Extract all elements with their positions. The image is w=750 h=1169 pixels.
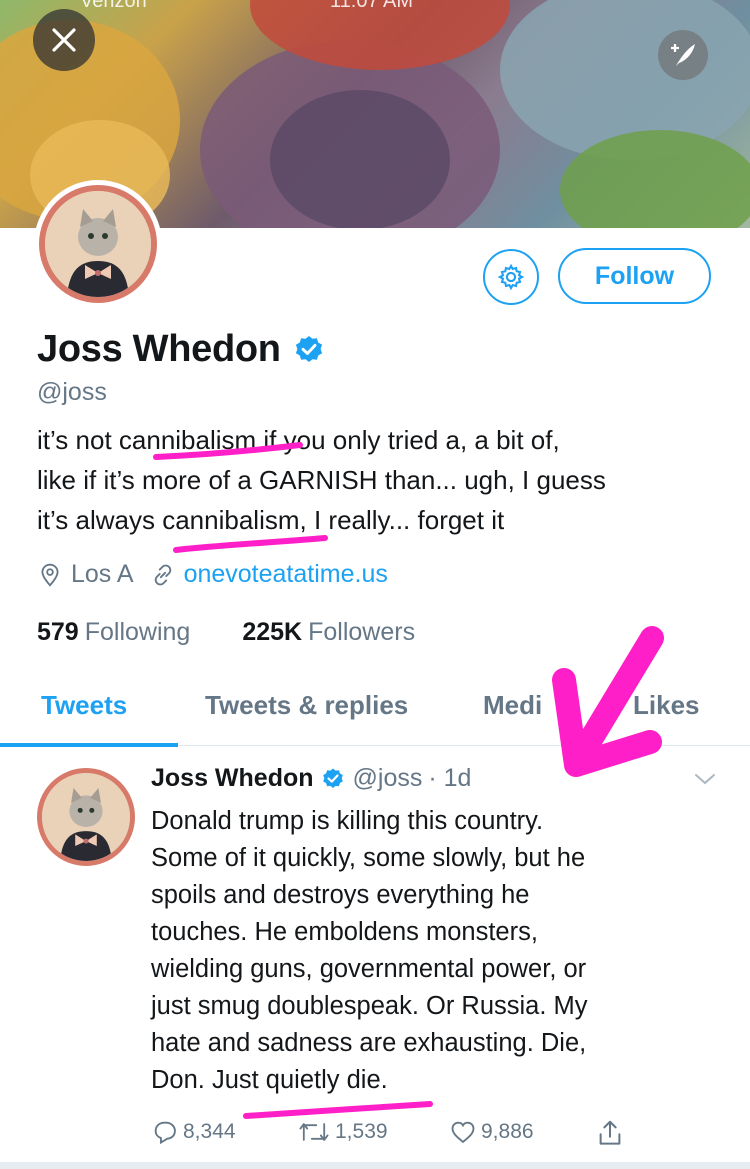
compose-button[interactable] xyxy=(658,30,708,80)
follow-button[interactable]: Follow xyxy=(558,248,711,304)
location-icon xyxy=(41,563,59,587)
active-tab-indicator xyxy=(0,743,178,747)
tab-tweets[interactable]: Tweets xyxy=(41,690,127,721)
profile-handle: @joss xyxy=(37,378,107,406)
tweet-line: just smug doublespeak. Or Russia. My xyxy=(151,992,588,1020)
reply-button[interactable]: 8,344 xyxy=(151,1118,236,1146)
bio-line: like if it’s more of a GARNISH than... u… xyxy=(37,465,606,495)
tweet-line: Donald trump is killing this country. xyxy=(151,807,544,835)
tweet-line: spoils and destroys everything he xyxy=(151,881,530,909)
profile-website-link[interactable]: onevoteatatime.us xyxy=(184,560,388,589)
tweet-line: Don. Just quietly die. xyxy=(151,1066,388,1094)
verified-icon xyxy=(295,335,322,362)
profile-avatar[interactable] xyxy=(34,180,162,308)
verified-icon xyxy=(322,768,343,788)
following-label: Following xyxy=(84,618,191,646)
followers-stat[interactable]: 225K Followers xyxy=(242,618,415,647)
retweet-icon xyxy=(299,1123,329,1141)
reply-icon xyxy=(154,1121,176,1145)
like-button[interactable]: 9,886 xyxy=(449,1118,534,1146)
profile-meta: Los A onevoteatatime.us xyxy=(37,560,388,589)
tweet-line: hate and sadness are exhausting. Die, xyxy=(151,1029,587,1057)
tweet-timestamp: · 1d xyxy=(428,764,472,792)
tab-tweets-and-replies[interactable]: Tweets & replies xyxy=(205,690,408,721)
tweet-avatar[interactable] xyxy=(37,768,135,866)
retweet-button[interactable]: 1,539 xyxy=(297,1118,388,1146)
profile-name-row: Joss Whedon xyxy=(37,328,325,371)
gear-icon xyxy=(497,263,525,291)
tweet-line: touches. He emboldens monsters, xyxy=(151,918,538,946)
tweet-menu-button[interactable] xyxy=(694,772,716,791)
tweet-header: Joss Whedon @joss · 1d xyxy=(151,764,471,793)
bio-line: it’s not cannibalism if you only tried a… xyxy=(37,425,560,455)
like-count: 9,886 xyxy=(481,1120,534,1143)
close-icon xyxy=(52,28,76,52)
share-button[interactable] xyxy=(595,1118,629,1148)
chevron-down-icon xyxy=(695,774,715,785)
following-stat[interactable]: 579 Following xyxy=(37,618,190,647)
profile-bio: it’s not cannibalism if you only tried a… xyxy=(37,420,727,540)
reply-count: 8,344 xyxy=(183,1120,236,1143)
status-carrier: Verizon xyxy=(80,0,147,12)
followers-count: 225K xyxy=(242,618,303,646)
link-icon xyxy=(154,564,171,585)
bottom-divider xyxy=(0,1162,750,1169)
tweet-author-handle: @joss xyxy=(352,764,423,792)
status-bar: Verizon 11:07 AM xyxy=(0,0,750,14)
tab-media[interactable]: Medi xyxy=(483,690,542,721)
bio-line: it’s always cannibalism, I really... for… xyxy=(37,505,505,535)
tab-likes[interactable]: Likes xyxy=(633,690,700,721)
tweet-line: Some of it quickly, some slowly, but he xyxy=(151,844,586,872)
tweet-actions: 8,344 1,539 9,886 xyxy=(151,1118,641,1154)
tweet-author-name[interactable]: Joss Whedon xyxy=(151,764,314,793)
profile-location: Los A xyxy=(71,560,134,588)
tweet-line: wielding guns, governmental power, or xyxy=(151,955,587,983)
profile-tabs: Tweets Tweets & replies Medi Likes xyxy=(0,682,750,747)
tweet-text: Donald trump is killing this country. So… xyxy=(151,803,731,1099)
close-button[interactable] xyxy=(33,9,95,71)
followers-label: Followers xyxy=(308,618,416,646)
profile-name: Joss Whedon xyxy=(37,328,281,370)
share-icon xyxy=(599,1120,621,1145)
like-icon xyxy=(451,1121,475,1144)
profile-stats: 579 Following 225K Followers xyxy=(37,618,415,647)
avatar-image xyxy=(39,185,157,303)
settings-button[interactable] xyxy=(483,249,539,305)
status-time: 11:07 AM xyxy=(330,0,414,12)
retweet-count: 1,539 xyxy=(335,1120,388,1143)
following-count: 579 xyxy=(37,618,79,646)
compose-icon xyxy=(671,44,695,66)
